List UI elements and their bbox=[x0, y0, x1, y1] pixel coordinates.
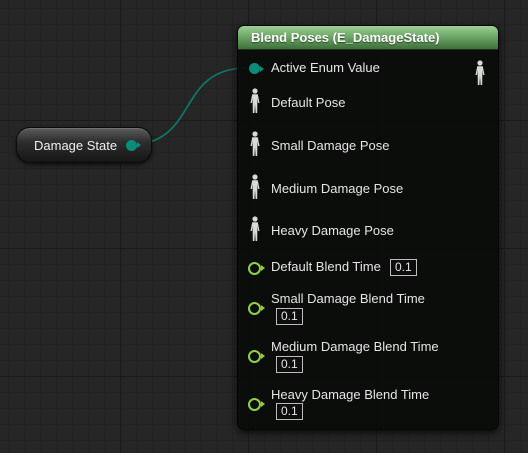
small-damage-blend-time-field[interactable]: 0.1 bbox=[276, 308, 303, 325]
default-blend-time-label: Default Blend Time bbox=[271, 259, 381, 274]
heavy-damage-blend-time-pin[interactable] bbox=[248, 398, 261, 411]
default-blend-time-arrow-icon bbox=[261, 265, 265, 271]
default-blend-time-field[interactable]: 0.1 bbox=[390, 259, 417, 276]
variable-output-pin[interactable] bbox=[126, 140, 137, 151]
anim-graph-canvas[interactable]: Damage State Blend Poses (E_DamageState)… bbox=[0, 0, 528, 453]
small-damage-pose-figure-icon[interactable] bbox=[249, 131, 261, 157]
heavy-damage-pose-label: Heavy Damage Pose bbox=[271, 223, 394, 238]
heavy-damage-pose-figure-icon[interactable] bbox=[249, 216, 261, 242]
active-enum-arrow-icon bbox=[260, 66, 264, 72]
medium-damage-pose-figure-icon[interactable] bbox=[249, 174, 261, 200]
blend-poses-node[interactable]: Blend Poses (E_DamageState) Active Enum … bbox=[237, 25, 499, 430]
medium-damage-blend-time-arrow-icon bbox=[261, 353, 265, 359]
variable-output-arrow-icon bbox=[137, 142, 141, 148]
active-enum-label: Active Enum Value bbox=[271, 60, 380, 75]
heavy-damage-blend-time-label: Heavy Damage Blend Time bbox=[271, 387, 430, 402]
small-damage-pose-label: Small Damage Pose bbox=[271, 138, 390, 153]
heavy-damage-blend-time-field[interactable]: 0.1 bbox=[276, 403, 303, 420]
small-damage-blend-time-pin[interactable] bbox=[248, 302, 261, 315]
output-pose-figure-icon[interactable] bbox=[474, 60, 486, 86]
default-pose-figure-icon[interactable] bbox=[249, 88, 261, 114]
medium-damage-blend-time-field[interactable]: 0.1 bbox=[276, 356, 303, 373]
medium-damage-blend-time-pin[interactable] bbox=[248, 350, 261, 363]
default-pose-label: Default Pose bbox=[271, 95, 346, 110]
variable-label: Damage State bbox=[34, 138, 118, 153]
small-damage-blend-time-arrow-icon bbox=[261, 305, 265, 311]
medium-damage-pose-label: Medium Damage Pose bbox=[271, 181, 404, 196]
blend-node-header[interactable]: Blend Poses (E_DamageState) bbox=[238, 26, 498, 50]
small-damage-blend-time-label: Small Damage Blend Time bbox=[271, 291, 425, 306]
active-enum-input-pin[interactable] bbox=[249, 63, 260, 74]
default-blend-time-pin[interactable] bbox=[248, 262, 261, 275]
medium-damage-blend-time-label: Medium Damage Blend Time bbox=[271, 339, 439, 354]
damage-state-variable-node[interactable]: Damage State bbox=[16, 127, 152, 163]
blend-node-title: Blend Poses (E_DamageState) bbox=[251, 30, 440, 45]
heavy-damage-blend-time-arrow-icon bbox=[261, 401, 265, 407]
